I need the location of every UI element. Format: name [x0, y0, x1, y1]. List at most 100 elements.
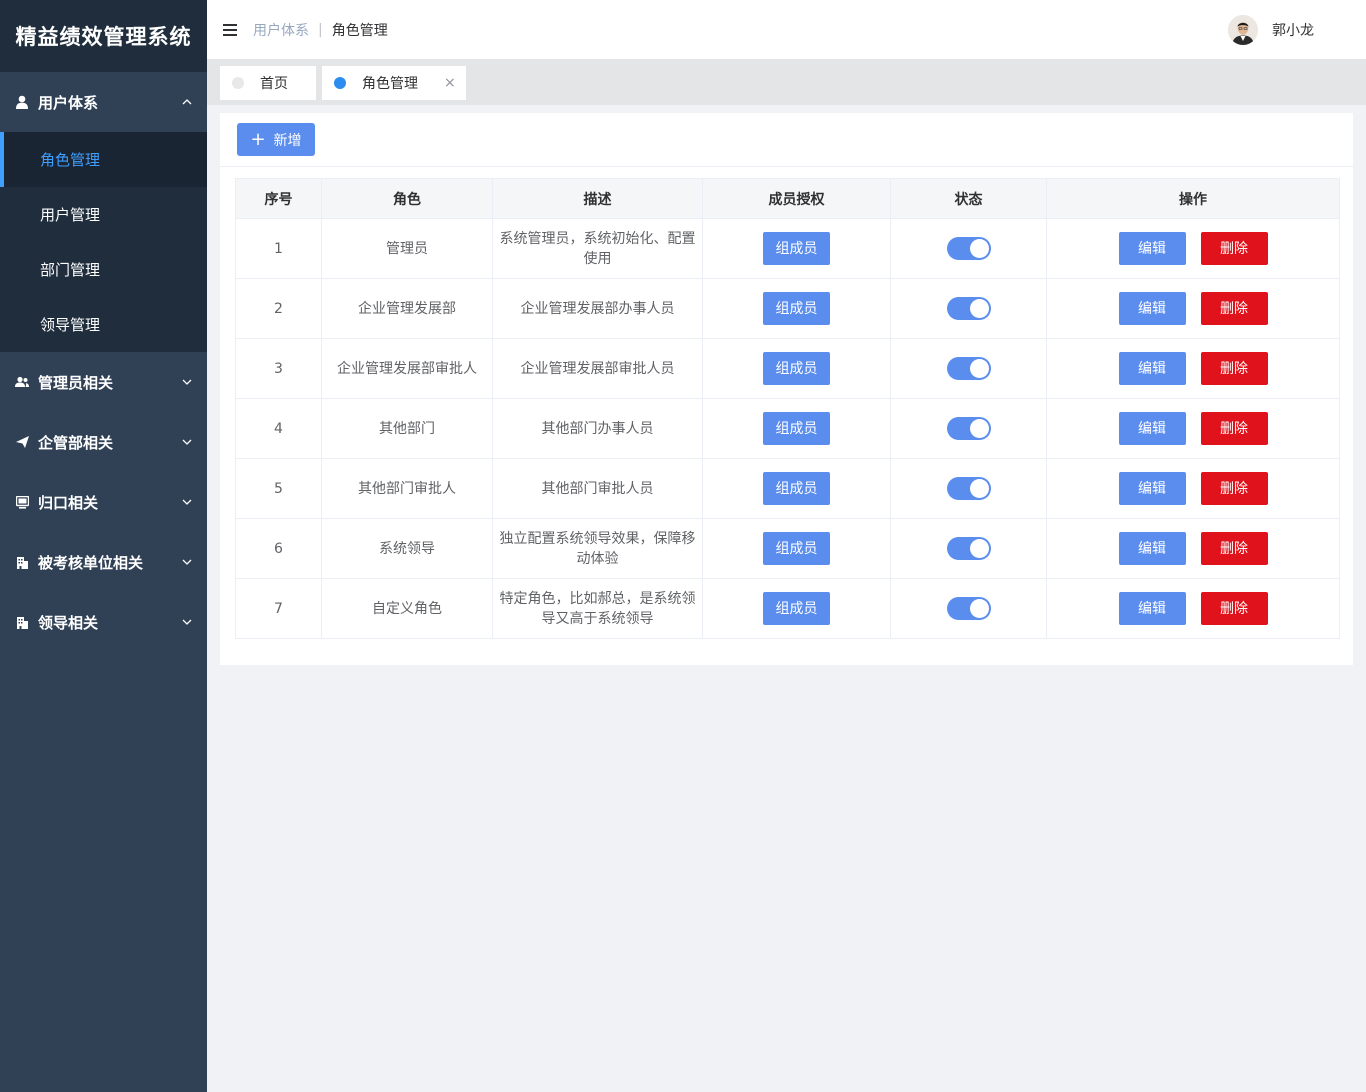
add-button[interactable]: + 新增 — [237, 123, 315, 156]
status-toggle[interactable] — [946, 237, 991, 260]
tab-dot-icon — [334, 77, 346, 89]
status-toggle[interactable] — [946, 297, 991, 320]
sidebar-item-role-management[interactable]: 角色管理 — [0, 132, 207, 187]
cell-description: 特定角色，比如郝总，是系统领导又高于系统领导 — [492, 578, 703, 639]
close-icon[interactable]: × — [444, 75, 456, 91]
user-menu[interactable]: 郭小龙 — [1228, 0, 1314, 60]
edit-button[interactable]: 编辑 — [1118, 352, 1186, 385]
table-row: 2 企业管理发展部 企业管理发展部办事人员 组成员 编辑 删除 — [235, 278, 1340, 339]
toggle-knob — [969, 419, 989, 438]
menu-group-user-system[interactable]: 用户体系 — [0, 72, 207, 132]
menu-group-admin[interactable]: 管理员相关 — [0, 352, 207, 412]
top-header: 用户体系 | 角色管理 郭小龙 — [207, 0, 1366, 60]
username[interactable]: 郭小龙 — [1272, 20, 1314, 40]
chevron-down-icon — [182, 497, 192, 507]
breadcrumb: 用户体系 | 角色管理 — [253, 20, 388, 40]
cell-description: 企业管理发展部办事人员 — [492, 278, 703, 339]
delete-button[interactable]: 删除 — [1200, 412, 1268, 445]
edit-button[interactable]: 编辑 — [1118, 532, 1186, 565]
column-header-member-auth: 成员授权 — [702, 178, 891, 219]
avatar[interactable] — [1228, 15, 1258, 45]
menu-group-label: 领导相关 — [38, 613, 99, 632]
cell-index: 3 — [235, 338, 322, 399]
members-button[interactable]: 组成员 — [763, 592, 830, 625]
monitor-icon — [14, 494, 30, 510]
edit-button[interactable]: 编辑 — [1118, 472, 1186, 505]
cell-status — [890, 278, 1047, 339]
cell-description: 独立配置系统领导效果，保障移动体验 — [492, 518, 703, 579]
cell-role: 企业管理发展部 — [321, 278, 493, 339]
menu-group-centralized[interactable]: 归口相关 — [0, 472, 207, 532]
edit-button[interactable]: 编辑 — [1118, 412, 1186, 445]
edit-button[interactable]: 编辑 — [1118, 232, 1186, 265]
table-row: 5 其他部门审批人 其他部门审批人员 组成员 编辑 删除 — [235, 458, 1340, 519]
user-icon — [14, 94, 30, 110]
cell-role: 自定义角色 — [321, 578, 493, 639]
breadcrumb-item[interactable]: 用户体系 — [253, 20, 309, 40]
delete-button[interactable]: 删除 — [1200, 472, 1268, 505]
cell-role: 其他部门 — [321, 398, 493, 459]
menu-group-assessed-units[interactable]: 被考核单位相关 — [0, 532, 207, 592]
cell-description: 其他部门办事人员 — [492, 398, 703, 459]
building-icon — [14, 554, 30, 570]
cell-actions: 编辑 删除 — [1046, 218, 1340, 279]
chevron-down-icon — [182, 437, 192, 447]
cell-member: 组成员 — [702, 218, 891, 279]
members-button[interactable]: 组成员 — [763, 532, 830, 565]
status-toggle[interactable] — [946, 537, 991, 560]
members-button[interactable]: 组成员 — [763, 292, 830, 325]
cell-status — [890, 518, 1047, 579]
menu-group-label: 企管部相关 — [38, 433, 114, 452]
delete-button[interactable]: 删除 — [1200, 232, 1268, 265]
members-button[interactable]: 组成员 — [763, 412, 830, 445]
members-button[interactable]: 组成员 — [763, 472, 830, 505]
chevron-down-icon — [182, 377, 192, 387]
plus-icon: + — [250, 128, 266, 150]
edit-button[interactable]: 编辑 — [1118, 592, 1186, 625]
menu-group-leaders[interactable]: 领导相关 — [0, 592, 207, 652]
cell-member: 组成员 — [702, 458, 891, 519]
cell-role: 其他部门审批人 — [321, 458, 493, 519]
delete-button[interactable]: 删除 — [1200, 292, 1268, 325]
delete-button[interactable]: 删除 — [1200, 592, 1268, 625]
toggle-knob — [969, 599, 989, 618]
cell-description: 系统管理员，系统初始化、配置使用 — [492, 218, 703, 279]
table-body: 1 管理员 系统管理员，系统初始化、配置使用 组成员 编辑 删除 2 企业管理发展部 企业管理发… — [235, 218, 1340, 639]
breadcrumb-separator: | — [318, 21, 323, 38]
delete-button[interactable]: 删除 — [1200, 532, 1268, 565]
building-icon — [14, 614, 30, 630]
status-toggle[interactable] — [946, 477, 991, 500]
status-toggle[interactable] — [946, 417, 991, 440]
column-header-description: 描述 — [492, 178, 703, 219]
status-toggle[interactable] — [946, 597, 991, 620]
sidebar-item-leader-management[interactable]: 领导管理 — [0, 297, 207, 352]
cell-actions: 编辑 删除 — [1046, 458, 1340, 519]
cell-actions: 编辑 删除 — [1046, 398, 1340, 459]
cell-index: 5 — [235, 458, 322, 519]
table-row: 7 自定义角色 特定角色，比如郝总，是系统领导又高于系统领导 组成员 编辑 删除 — [235, 578, 1340, 639]
tab-home[interactable]: 首页 — [220, 66, 316, 100]
toggle-knob — [969, 479, 989, 498]
members-button[interactable]: 组成员 — [763, 352, 830, 385]
menu-group-enterprise-dept[interactable]: 企管部相关 — [0, 412, 207, 472]
cell-index: 1 — [235, 218, 322, 279]
table-row: 1 管理员 系统管理员，系统初始化、配置使用 组成员 编辑 删除 — [235, 218, 1340, 279]
add-button-label: 新增 — [273, 132, 302, 149]
status-toggle[interactable] — [946, 357, 991, 380]
cell-description: 其他部门审批人员 — [492, 458, 703, 519]
main-card: + 新增 序号 角色 描述 成员授权 状态 操作 1 管理员 系统管理员，系统初始化… — [220, 113, 1353, 665]
cell-index: 7 — [235, 578, 322, 639]
cell-status — [890, 338, 1047, 399]
menu-group-label: 用户体系 — [38, 93, 99, 112]
breadcrumb-item-current: 角色管理 — [331, 22, 388, 39]
members-button[interactable]: 组成员 — [763, 232, 830, 265]
tab-role-management[interactable]: 角色管理 × — [322, 66, 466, 100]
sidebar-item-user-management[interactable]: 用户管理 — [0, 187, 207, 242]
delete-button[interactable]: 删除 — [1200, 352, 1268, 385]
sidebar-item-department-management[interactable]: 部门管理 — [0, 242, 207, 297]
cell-member: 组成员 — [702, 578, 891, 639]
edit-button[interactable]: 编辑 — [1118, 292, 1186, 325]
hamburger-menu-icon[interactable] — [223, 23, 237, 36]
app-logo-title: 精益绩效管理系统 — [0, 0, 207, 72]
chevron-down-icon — [182, 557, 192, 567]
